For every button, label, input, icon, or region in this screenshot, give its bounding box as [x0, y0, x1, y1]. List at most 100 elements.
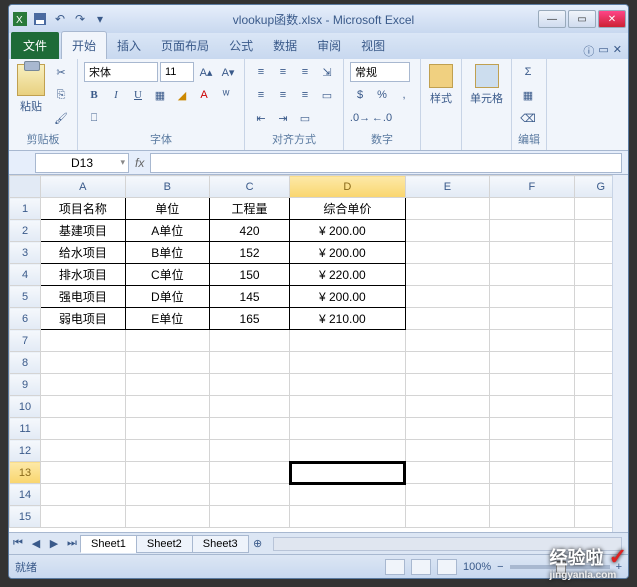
- col-header-F[interactable]: F: [490, 176, 574, 198]
- zoom-level[interactable]: 100%: [463, 561, 491, 573]
- fx-icon[interactable]: fx: [135, 156, 144, 170]
- border-bottom-icon[interactable]: ⎕: [84, 108, 104, 128]
- fill-icon[interactable]: ▦: [518, 85, 538, 105]
- col-header-E[interactable]: E: [405, 176, 489, 198]
- cell[interactable]: [405, 198, 489, 220]
- sheet-nav-last-icon[interactable]: ⏭: [63, 537, 81, 550]
- cell[interactable]: ¥ 210.00: [290, 308, 406, 330]
- row-header-9[interactable]: 9: [10, 374, 41, 396]
- decrease-indent-icon[interactable]: ⇤: [251, 108, 271, 128]
- cell[interactable]: [405, 220, 489, 242]
- font-size-select[interactable]: 11: [160, 62, 194, 82]
- cell[interactable]: [490, 308, 574, 330]
- cell[interactable]: C单位: [125, 264, 209, 286]
- cell[interactable]: 150: [210, 264, 290, 286]
- cell[interactable]: ¥ 200.00: [290, 286, 406, 308]
- cell[interactable]: 强电项目: [41, 286, 125, 308]
- decrease-decimal-icon[interactable]: ←.0: [372, 108, 392, 128]
- cell[interactable]: D单位: [125, 286, 209, 308]
- cell[interactable]: [490, 264, 574, 286]
- cell[interactable]: 基建项目: [41, 220, 125, 242]
- copy-icon[interactable]: ⎘: [51, 85, 71, 105]
- tab-review[interactable]: 审阅: [307, 32, 351, 59]
- row-header-1[interactable]: 1: [10, 198, 41, 220]
- excel-icon[interactable]: X: [11, 10, 29, 28]
- cell[interactable]: 工程量: [210, 198, 290, 220]
- tab-home[interactable]: 开始: [61, 31, 107, 59]
- bold-button[interactable]: B: [84, 85, 104, 105]
- cell[interactable]: [490, 198, 574, 220]
- redo-icon[interactable]: ↷: [71, 10, 89, 28]
- align-top-icon[interactable]: ≡: [251, 62, 271, 82]
- underline-button[interactable]: U: [128, 85, 148, 105]
- select-all-corner[interactable]: [10, 176, 41, 198]
- wrap-text-icon[interactable]: ▭: [317, 85, 337, 105]
- cell[interactable]: [405, 308, 489, 330]
- cell[interactable]: 420: [210, 220, 290, 242]
- cell[interactable]: ¥ 200.00: [290, 220, 406, 242]
- cell[interactable]: [490, 220, 574, 242]
- align-right-icon[interactable]: ≡: [295, 85, 315, 105]
- increase-indent-icon[interactable]: ⇥: [273, 108, 293, 128]
- sheet-nav-first-icon[interactable]: ⏮: [9, 537, 27, 550]
- minimize-button[interactable]: —: [538, 10, 566, 28]
- qat-dropdown-icon[interactable]: ▾: [91, 10, 109, 28]
- sheet-tab-2[interactable]: Sheet2: [136, 535, 193, 553]
- grow-font-icon[interactable]: A▴: [196, 62, 216, 82]
- align-middle-icon[interactable]: ≡: [273, 62, 293, 82]
- cell[interactable]: 单位: [125, 198, 209, 220]
- styles-button[interactable]: 样式: [427, 62, 455, 108]
- new-sheet-icon[interactable]: ⊕: [249, 537, 267, 550]
- cell[interactable]: [405, 286, 489, 308]
- merge-icon[interactable]: ▭: [295, 108, 315, 128]
- sheet-nav-prev-icon[interactable]: ◀: [27, 537, 45, 550]
- autosum-icon[interactable]: Σ: [518, 62, 538, 82]
- increase-decimal-icon[interactable]: .0→: [350, 108, 370, 128]
- percent-icon[interactable]: %: [372, 85, 392, 105]
- row-header-14[interactable]: 14: [10, 484, 41, 506]
- paste-button[interactable]: 粘贴: [15, 62, 47, 116]
- row-header-13[interactable]: 13: [10, 462, 41, 484]
- close-button[interactable]: ✕: [598, 10, 626, 28]
- cell[interactable]: ¥ 200.00: [290, 242, 406, 264]
- italic-button[interactable]: I: [106, 85, 126, 105]
- cell[interactable]: 项目名称: [41, 198, 125, 220]
- row-header-5[interactable]: 5: [10, 286, 41, 308]
- tab-insert[interactable]: 插入: [107, 32, 151, 59]
- row-header-4[interactable]: 4: [10, 264, 41, 286]
- cell[interactable]: [490, 242, 574, 264]
- tab-file[interactable]: 文件: [11, 32, 59, 59]
- inner-close-icon[interactable]: ✕: [613, 43, 622, 59]
- view-normal-icon[interactable]: [385, 559, 405, 575]
- font-color-icon[interactable]: A: [194, 85, 214, 105]
- sheet-tab-3[interactable]: Sheet3: [192, 535, 249, 553]
- currency-icon[interactable]: $: [350, 85, 370, 105]
- comma-icon[interactable]: ,: [394, 85, 414, 105]
- cut-icon[interactable]: ✂: [51, 62, 71, 82]
- font-name-select[interactable]: 宋体: [84, 62, 158, 82]
- tab-view[interactable]: 视图: [351, 32, 395, 59]
- cell[interactable]: 152: [210, 242, 290, 264]
- shrink-font-icon[interactable]: A▾: [218, 62, 238, 82]
- view-pagebreak-icon[interactable]: [437, 559, 457, 575]
- cell[interactable]: [405, 242, 489, 264]
- save-icon[interactable]: [31, 10, 49, 28]
- phonetic-icon[interactable]: ᵂ: [216, 85, 236, 105]
- spreadsheet-grid[interactable]: A B C D E F G 1 项目名称 单位 工程量 综合单价 2 基建项目 …: [9, 175, 628, 528]
- col-header-D[interactable]: D: [290, 176, 406, 198]
- format-painter-icon[interactable]: 🖌: [51, 108, 71, 128]
- fill-color-icon[interactable]: ◢: [172, 85, 192, 105]
- row-header-6[interactable]: 6: [10, 308, 41, 330]
- row-header-11[interactable]: 11: [10, 418, 41, 440]
- align-bottom-icon[interactable]: ≡: [295, 62, 315, 82]
- ribbon-minimize-icon[interactable]: ▭: [598, 43, 608, 59]
- cell[interactable]: 弱电项目: [41, 308, 125, 330]
- cell[interactable]: 给水项目: [41, 242, 125, 264]
- row-header-15[interactable]: 15: [10, 506, 41, 528]
- clear-icon[interactable]: ⌫: [518, 108, 538, 128]
- cell[interactable]: A单位: [125, 220, 209, 242]
- tab-data[interactable]: 数据: [263, 32, 307, 59]
- cell[interactable]: 排水项目: [41, 264, 125, 286]
- cell[interactable]: [405, 264, 489, 286]
- align-center-icon[interactable]: ≡: [273, 85, 293, 105]
